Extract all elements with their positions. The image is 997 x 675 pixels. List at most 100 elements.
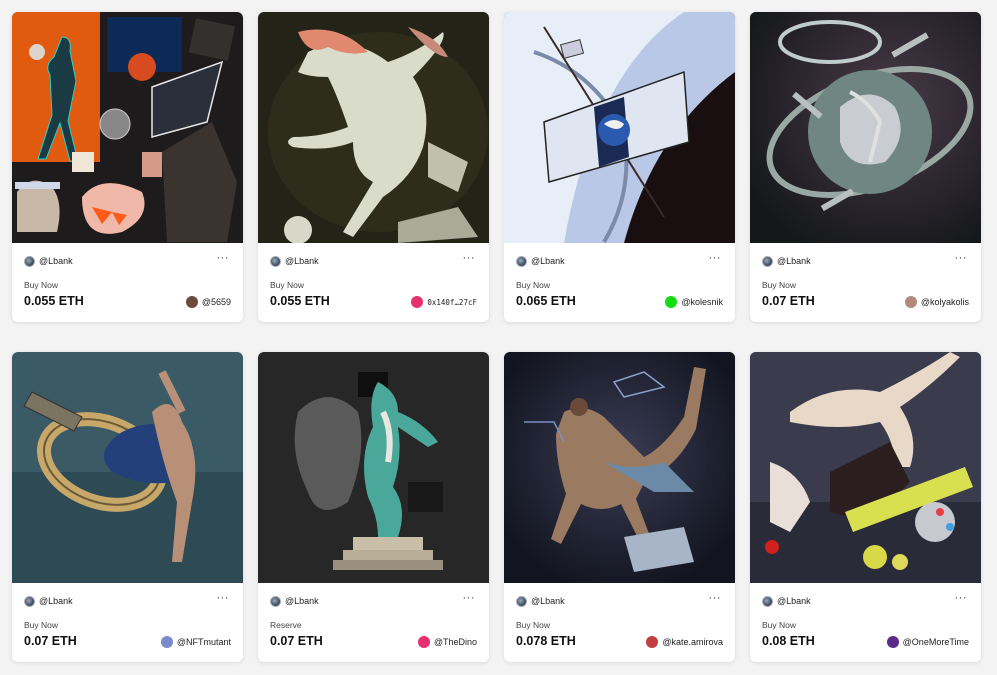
sale-status-label: Buy Now: [24, 620, 59, 630]
creator-avatar: [516, 255, 527, 267]
creator-name: @Lbank: [777, 256, 811, 266]
owner-link[interactable]: @TheDino: [417, 636, 477, 648]
creator-avatar: [762, 595, 773, 607]
creator-avatar: [516, 595, 527, 607]
creator-avatar: [762, 255, 773, 267]
nft-artwork-image[interactable]: [258, 352, 489, 583]
owner-avatar: [886, 636, 899, 648]
creator-link[interactable]: @Lbank: [516, 595, 565, 607]
card-meta: @Lbank ··· Buy Now 0.078 ETH @kate.amiro…: [504, 583, 735, 662]
creator-link[interactable]: @Lbank: [270, 255, 319, 267]
creator-link[interactable]: @Lbank: [762, 595, 811, 607]
sale-status-label: Reserve: [270, 620, 302, 630]
creator-link[interactable]: @Lbank: [270, 595, 319, 607]
nft-card-8[interactable]: @Lbank ··· Buy Now 0.08 ETH @OneMoreTime: [750, 352, 981, 662]
artwork-illustration: [12, 12, 243, 243]
card-meta: @Lbank ··· Buy Now 0.055 ETH 0x140f…27cF: [258, 243, 489, 322]
more-options-icon[interactable]: ···: [217, 592, 230, 604]
price-value: 0.07 ETH: [762, 294, 815, 308]
card-meta: @Lbank ··· Buy Now 0.065 ETH @kolesnik: [504, 243, 735, 322]
nft-card-6[interactable]: @Lbank ··· Reserve 0.07 ETH @TheDino: [258, 352, 489, 662]
more-options-icon[interactable]: ···: [955, 592, 968, 604]
artwork-illustration: [12, 352, 243, 583]
price-value: 0.078 ETH: [516, 634, 576, 648]
owner-avatar: [665, 296, 678, 308]
creator-link[interactable]: @Lbank: [762, 255, 811, 267]
nft-card-4[interactable]: @Lbank ··· Buy Now 0.07 ETH @kolyakolis: [750, 12, 981, 322]
more-options-icon[interactable]: ···: [463, 592, 476, 604]
owner-link[interactable]: @kolesnik: [665, 296, 723, 308]
creator-avatar: [270, 595, 281, 607]
owner-name: @kolesnik: [681, 297, 723, 307]
owner-link[interactable]: @kolyakolis: [904, 296, 969, 308]
owner-avatar: [160, 636, 173, 648]
nft-card-1[interactable]: @Lbank ··· Buy Now 0.055 ETH @5659: [12, 12, 243, 322]
price-value: 0.07 ETH: [270, 634, 323, 648]
card-meta: @Lbank ··· Reserve 0.07 ETH @TheDino: [258, 583, 489, 662]
sale-status-label: Buy Now: [270, 280, 305, 290]
price-value: 0.055 ETH: [24, 294, 84, 308]
owner-link[interactable]: @5659: [185, 296, 231, 308]
nft-artwork-image[interactable]: [504, 12, 735, 243]
creator-name: @Lbank: [285, 256, 319, 266]
card-meta: @Lbank ··· Buy Now 0.07 ETH @NFTmutant: [12, 583, 243, 662]
creator-link[interactable]: @Lbank: [516, 255, 565, 267]
sale-status-label: Buy Now: [762, 620, 797, 630]
sale-status-label: Buy Now: [762, 280, 797, 290]
price-value: 0.065 ETH: [516, 294, 576, 308]
owner-link[interactable]: 0x140f…27cF: [411, 296, 477, 308]
owner-avatar: [904, 296, 917, 308]
creator-name: @Lbank: [39, 596, 73, 606]
price-value: 0.08 ETH: [762, 634, 815, 648]
owner-name: @5659: [201, 297, 231, 307]
owner-name: @kolyakolis: [920, 297, 969, 307]
more-options-icon[interactable]: ···: [709, 252, 722, 264]
card-meta: @Lbank ··· Buy Now 0.055 ETH @5659: [12, 243, 243, 322]
creator-name: @Lbank: [39, 256, 73, 266]
owner-name: 0x140f…27cF: [427, 297, 477, 307]
nft-card-3[interactable]: @Lbank ··· Buy Now 0.065 ETH @kolesnik: [504, 12, 735, 322]
price-value: 0.055 ETH: [270, 294, 330, 308]
nft-artwork-image[interactable]: [504, 352, 735, 583]
creator-link[interactable]: @Lbank: [24, 255, 73, 267]
nft-card-7[interactable]: @Lbank ··· Buy Now 0.078 ETH @kate.amiro…: [504, 352, 735, 662]
creator-avatar: [24, 595, 35, 607]
owner-link[interactable]: @OneMoreTime: [886, 636, 969, 648]
card-meta: @Lbank ··· Buy Now 0.07 ETH @kolyakolis: [750, 243, 981, 322]
nft-artwork-image[interactable]: [750, 352, 981, 583]
sale-status-label: Buy Now: [516, 280, 551, 290]
owner-name: @OneMoreTime: [902, 637, 969, 647]
more-options-icon[interactable]: ···: [955, 252, 968, 264]
nft-artwork-image[interactable]: [12, 12, 243, 243]
nft-artwork-image[interactable]: [258, 12, 489, 243]
creator-avatar: [270, 255, 281, 267]
artwork-illustration: [258, 352, 489, 583]
nft-card-2[interactable]: @Lbank ··· Buy Now 0.055 ETH 0x140f…27cF: [258, 12, 489, 322]
artwork-illustration: [504, 352, 735, 583]
owner-avatar: [411, 296, 424, 308]
owner-avatar: [417, 636, 430, 648]
owner-name: @kate.amirova: [662, 637, 723, 647]
artwork-illustration: [750, 12, 981, 243]
card-meta: @Lbank ··· Buy Now 0.08 ETH @OneMoreTime: [750, 583, 981, 662]
owner-link[interactable]: @kate.amirova: [646, 636, 723, 648]
artwork-illustration: [750, 352, 981, 583]
more-options-icon[interactable]: ···: [709, 592, 722, 604]
artwork-illustration: [258, 12, 489, 243]
creator-link[interactable]: @Lbank: [24, 595, 73, 607]
owner-link[interactable]: @NFTmutant: [160, 636, 231, 648]
creator-name: @Lbank: [531, 596, 565, 606]
creator-avatar: [24, 255, 35, 267]
nft-artwork-image[interactable]: [12, 352, 243, 583]
more-options-icon[interactable]: ···: [217, 252, 230, 264]
sale-status-label: Buy Now: [516, 620, 551, 630]
owner-name: @NFTmutant: [176, 637, 231, 647]
owner-avatar: [185, 296, 198, 308]
nft-card-5[interactable]: @Lbank ··· Buy Now 0.07 ETH @NFTmutant: [12, 352, 243, 662]
artwork-illustration: [504, 12, 735, 243]
creator-name: @Lbank: [531, 256, 565, 266]
owner-name: @TheDino: [433, 637, 477, 647]
owner-avatar: [646, 636, 659, 648]
more-options-icon[interactable]: ···: [463, 252, 476, 264]
nft-artwork-image[interactable]: [750, 12, 981, 243]
